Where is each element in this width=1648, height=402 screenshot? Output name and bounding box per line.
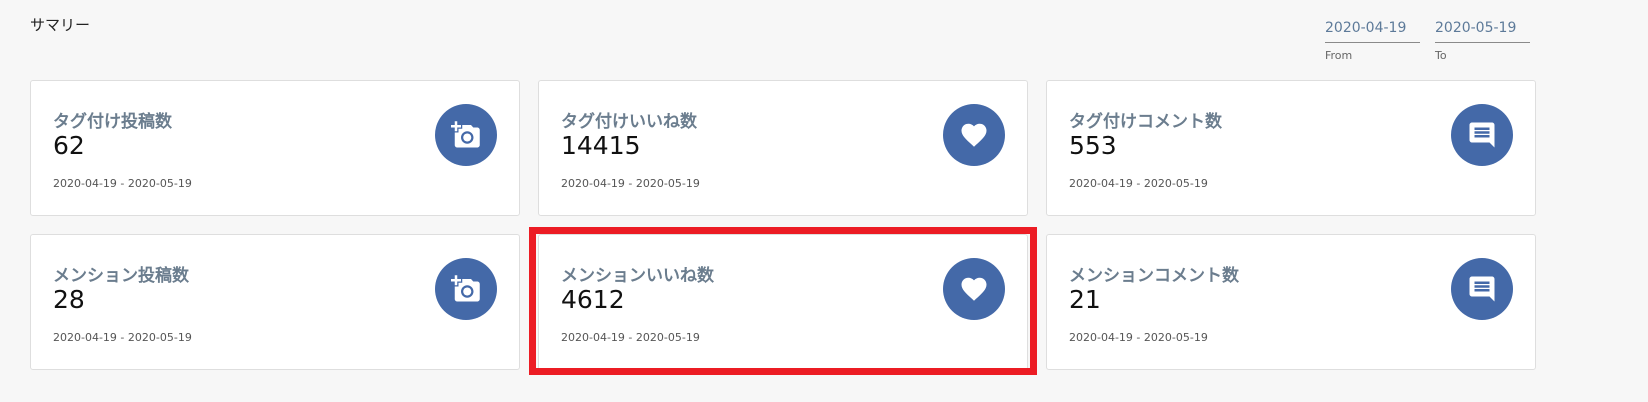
card-value: 28 — [53, 285, 85, 314]
comment-icon — [1451, 104, 1513, 166]
card-title: メンションコメント数 — [1069, 266, 1239, 286]
card-value: 14415 — [561, 131, 641, 160]
card-tagged-likes: タグ付けいいね数 14415 2020-04-19 - 2020-05-19 — [538, 80, 1028, 216]
date-from-input[interactable] — [1325, 20, 1420, 43]
date-to-input[interactable] — [1435, 20, 1530, 43]
card-value: 62 — [53, 131, 85, 160]
heart-icon — [943, 258, 1005, 320]
card-title: タグ付けコメント数 — [1069, 112, 1222, 132]
card-value: 21 — [1069, 285, 1101, 314]
card-title: タグ付け投稿数 — [53, 112, 172, 132]
card-title: メンションいいね数 — [561, 266, 714, 286]
card-date-range: 2020-04-19 - 2020-05-19 — [561, 177, 700, 190]
card-tagged-posts: タグ付け投稿数 62 2020-04-19 - 2020-05-19 — [30, 80, 520, 216]
date-from-field[interactable]: From — [1325, 20, 1420, 62]
heart-icon — [943, 104, 1005, 166]
card-date-range: 2020-04-19 - 2020-05-19 — [53, 177, 192, 190]
card-title: メンション投稿数 — [53, 266, 189, 286]
date-from-label: From — [1325, 49, 1353, 62]
card-mention-posts: メンション投稿数 28 2020-04-19 - 2020-05-19 — [30, 234, 520, 370]
card-value: 4612 — [561, 285, 625, 314]
add-photo-icon — [435, 104, 497, 166]
card-title: タグ付けいいね数 — [561, 112, 697, 132]
page-title: サマリー — [30, 16, 91, 34]
date-to-field[interactable]: To — [1435, 20, 1530, 62]
card-mention-comments: メンションコメント数 21 2020-04-19 - 2020-05-19 — [1046, 234, 1536, 370]
add-photo-icon — [435, 258, 497, 320]
card-date-range: 2020-04-19 - 2020-05-19 — [1069, 177, 1208, 190]
card-tagged-comments: タグ付けコメント数 553 2020-04-19 - 2020-05-19 — [1046, 80, 1536, 216]
comment-icon — [1451, 258, 1513, 320]
date-to-label: To — [1435, 49, 1447, 62]
card-date-range: 2020-04-19 - 2020-05-19 — [53, 331, 192, 344]
card-date-range: 2020-04-19 - 2020-05-19 — [561, 331, 700, 344]
card-value: 553 — [1069, 131, 1117, 160]
card-date-range: 2020-04-19 - 2020-05-19 — [1069, 331, 1208, 344]
card-mention-likes: メンションいいね数 4612 2020-04-19 - 2020-05-19 — [538, 234, 1028, 370]
